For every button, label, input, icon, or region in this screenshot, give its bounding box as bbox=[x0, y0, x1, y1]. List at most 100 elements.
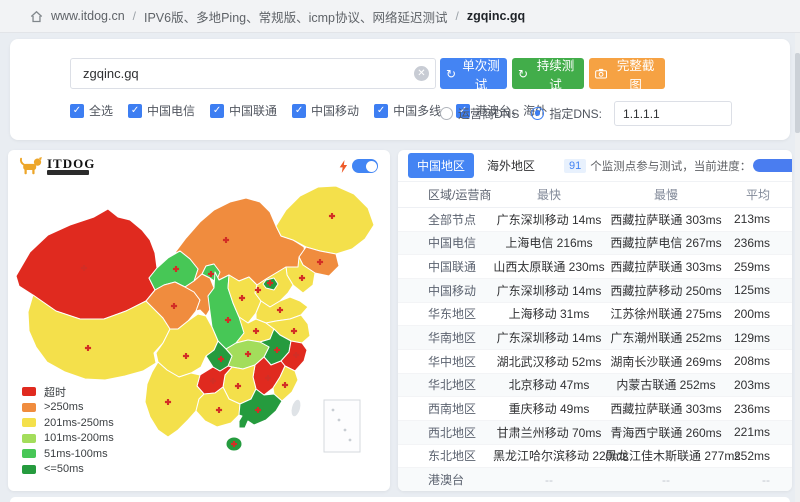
legend-label: >250ms bbox=[44, 401, 83, 413]
legend-item: 超时 bbox=[22, 384, 114, 400]
region-cell: 中国电信 bbox=[398, 234, 493, 251]
average-cell: 208ms bbox=[727, 354, 792, 368]
filter-checkbox-中国电信[interactable]: ✓ 中国电信 bbox=[128, 102, 195, 119]
home-icon[interactable] bbox=[30, 10, 43, 23]
slowest-cell: 西藏拉萨电信 267ms bbox=[605, 234, 727, 251]
slowest-cell: 江苏徐州联通 275ms bbox=[605, 305, 727, 322]
legend-item: 201ms-250ms bbox=[22, 415, 114, 431]
column-header: 平均 bbox=[727, 186, 792, 203]
legend-color-swatch bbox=[22, 387, 36, 396]
average-cell: 236ms bbox=[727, 402, 792, 416]
region-cell: 港澳台 bbox=[398, 471, 493, 488]
region-cell: 全部节点 bbox=[398, 211, 493, 228]
table-row: 全部节点广东深圳移动 14ms西藏拉萨联通 303ms213ms bbox=[398, 208, 792, 232]
average-cell: 221ms bbox=[727, 425, 792, 439]
table-row: 中国电信上海电信 216ms西藏拉萨电信 267ms236ms bbox=[398, 232, 792, 256]
table-row: 华南地区广东深圳移动 14ms广东潮州联通 252ms129ms bbox=[398, 326, 792, 350]
checkbox-checked-icon: ✓ bbox=[210, 104, 224, 118]
breadcrumb-path[interactable]: IPV6版、多地Ping、常规版、icmp协议、网络延迟测试 bbox=[144, 7, 448, 26]
tab-中国地区[interactable]: 中国地区 bbox=[408, 153, 474, 178]
single-test-button[interactable]: ↻ 单次测试 bbox=[440, 58, 507, 89]
legend-label: 101ms-200ms bbox=[44, 432, 114, 444]
table-row: 中国联通山西太原联通 230ms西藏拉萨联通 303ms259ms bbox=[398, 255, 792, 279]
page-scrollbar[interactable] bbox=[795, 33, 800, 502]
filter-checkbox-中国移动[interactable]: ✓中国移动 bbox=[292, 102, 359, 119]
full-screenshot-button[interactable]: 完整截图 bbox=[589, 58, 665, 89]
checkbox-label: 中国移动 bbox=[311, 102, 359, 119]
checkbox-label: 中国电信 bbox=[147, 102, 195, 119]
continuous-test-button[interactable]: ↻ 持续测试 bbox=[512, 58, 584, 89]
average-cell: 203ms bbox=[727, 378, 792, 392]
table-row: 西南地区重庆移动 49ms西藏拉萨联通 303ms236ms bbox=[398, 397, 792, 421]
legend-label: <=50ms bbox=[44, 463, 84, 475]
average-cell: 259ms bbox=[727, 260, 792, 274]
average-cell: 125ms bbox=[727, 283, 792, 297]
slowest-cell: 内蒙古联通 252ms bbox=[605, 376, 727, 393]
province-taiwan[interactable] bbox=[289, 398, 302, 418]
checkbox-label: 全选 bbox=[89, 102, 113, 119]
slowest-cell: 西藏拉萨联通 303ms bbox=[605, 400, 727, 417]
legend-color-swatch bbox=[22, 403, 36, 412]
legend-color-swatch bbox=[22, 449, 36, 458]
checkbox-checked-icon: ✓ bbox=[70, 104, 84, 118]
filter-checkbox-中国联通[interactable]: ✓ 中国联通 bbox=[210, 102, 277, 119]
average-cell: 236ms bbox=[727, 236, 792, 250]
table-row: 西北地区甘肃兰州移动 70ms青海西宁联通 260ms221ms bbox=[398, 421, 792, 445]
filter-checkbox-中国多线[interactable]: ✓ 中国多线 bbox=[374, 102, 441, 119]
region-cell: 华南地区 bbox=[398, 329, 493, 346]
fastest-cell: 上海移动 31ms bbox=[493, 305, 605, 322]
host-input[interactable] bbox=[70, 58, 436, 89]
table-row: 华中地区湖北武汉移动 52ms湖南长沙联通 269ms208ms bbox=[398, 350, 792, 374]
dns-radio[interactable] bbox=[440, 107, 453, 120]
column-header: 区域/运营商 bbox=[398, 186, 493, 203]
region-cell: 西南地区 bbox=[398, 400, 493, 417]
breadcrumb-separator: / bbox=[456, 9, 459, 23]
breadcrumb-separator: / bbox=[133, 9, 136, 23]
filter-checkbox-全选[interactable]: ✓ 全选 bbox=[70, 102, 113, 119]
fastest-cell: 广东深圳移动 14ms bbox=[493, 211, 605, 228]
slowest-cell: 西藏拉萨联通 303ms bbox=[605, 258, 727, 275]
tab-海外地区[interactable]: 海外地区 bbox=[478, 153, 544, 178]
itdog-logo[interactable]: ITDOG bbox=[18, 156, 95, 177]
average-cell: 200ms bbox=[727, 307, 792, 321]
south-china-sea-inset bbox=[324, 400, 360, 452]
checkbox-checked-icon: ✓ bbox=[128, 104, 142, 118]
breadcrumb-site[interactable]: www.itdog.cn bbox=[51, 9, 125, 23]
dns-radio[interactable] bbox=[531, 107, 544, 120]
fastest-cell: 北京移动 47ms bbox=[493, 376, 605, 393]
fast-mode-control bbox=[339, 159, 378, 173]
dns-radio-label: 指定DNS: bbox=[549, 105, 602, 122]
refresh-icon: ↻ bbox=[518, 68, 528, 80]
slowest-cell: -- bbox=[605, 473, 727, 487]
legend-color-swatch bbox=[22, 418, 36, 427]
column-header: 最快 bbox=[493, 186, 605, 203]
slowest-cell: 湖南长沙联通 269ms bbox=[605, 353, 727, 370]
table-header: 区域/运营商最快最慢平均 bbox=[398, 182, 792, 208]
progress-bar: 99% bbox=[753, 159, 792, 172]
average-cell: 129ms bbox=[727, 331, 792, 345]
legend-item: <=50ms bbox=[22, 462, 114, 478]
region-cell: 中国移动 bbox=[398, 282, 493, 299]
results-panel: 中国地区海外地区 91 个监测点参与测试，当前进度： 99% 区域/运营商最快最… bbox=[398, 150, 792, 491]
scrollbar-thumb[interactable] bbox=[795, 53, 800, 133]
china-map-panel: ITDOG 超时>250ms201ms-250ms101ms-200ms51ms… bbox=[8, 150, 390, 491]
fast-mode-toggle[interactable] bbox=[352, 159, 378, 173]
checkbox-checked-icon: ✓ bbox=[374, 104, 388, 118]
fastest-cell: 重庆移动 49ms bbox=[493, 400, 605, 417]
breadcrumb-target-host: zgqinc.gq bbox=[467, 9, 525, 23]
checkbox-label: 中国多线 bbox=[393, 102, 441, 119]
table-row: 中国移动广东深圳移动 14ms西藏拉萨移动 250ms125ms bbox=[398, 279, 792, 303]
legend-item: >250ms bbox=[22, 400, 114, 416]
column-header: 最慢 bbox=[605, 186, 727, 203]
dns-server-input[interactable] bbox=[614, 101, 732, 126]
region-cell: 华中地区 bbox=[398, 353, 493, 370]
legend-item: 101ms-200ms bbox=[22, 431, 114, 447]
fastest-cell: -- bbox=[493, 473, 605, 487]
region-cell: 中国联通 bbox=[398, 258, 493, 275]
dns-option-group: 运营商DNS指定DNS: bbox=[440, 101, 732, 126]
clear-input-icon[interactable]: ✕ bbox=[414, 66, 429, 81]
region-cell: 华北地区 bbox=[398, 376, 493, 393]
checkbox-label: 中国联通 bbox=[229, 102, 277, 119]
next-panel-edge bbox=[10, 497, 790, 502]
fastest-cell: 广东深圳移动 14ms bbox=[493, 282, 605, 299]
